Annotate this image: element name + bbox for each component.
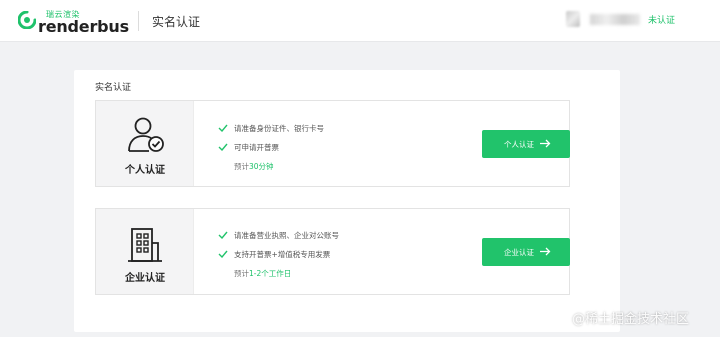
username-blurred [590, 14, 640, 25]
estimate-prefix: 预计 [234, 162, 249, 171]
time-estimate: 预计1-2个工作日 [234, 268, 291, 279]
estimate-value: 30分钟 [249, 162, 274, 171]
logo-mark-icon [18, 11, 36, 29]
feature-text: 请准备营业执照、企业对公账号 [234, 231, 339, 240]
estimate-value: 1-2个工作日 [249, 269, 292, 278]
logo-english-text: renderbus [38, 17, 129, 36]
page-title: 实名认证 [152, 15, 201, 29]
watermark: @稀土掘金技术社区 [572, 312, 690, 327]
card-title: 企业认证 [125, 273, 165, 284]
verification-status-link[interactable]: 未认证 [648, 13, 675, 26]
verification-panel: 实名认证 个人认证 请准备身份证件、银行卡号 可申请开普票 预计30分钟 个人认… [74, 70, 620, 332]
card-side: 企业认证 [96, 209, 194, 294]
estimate-prefix: 预计 [234, 269, 249, 278]
section-title: 实名认证 [95, 83, 132, 93]
personal-verify-button[interactable]: 个人认证 [482, 130, 570, 158]
check-icon [218, 250, 228, 258]
card-title: 个人认证 [125, 165, 165, 176]
feature-text: 支持开普票+增值税专用发票 [234, 250, 331, 259]
arrow-right-icon [540, 139, 551, 148]
check-icon [218, 124, 228, 132]
arrow-right-icon [540, 247, 551, 256]
company-verify-button[interactable]: 企业认证 [482, 238, 570, 266]
top-bar: 瑞云渲染 renderbus 实名认证 未认证 [0, 0, 720, 42]
button-label: 企业认证 [504, 248, 534, 257]
person-verified-icon [128, 117, 164, 152]
renderbus-logo[interactable]: 瑞云渲染 renderbus [18, 8, 129, 36]
button-label: 个人认证 [504, 140, 534, 149]
feature-text: 请准备身份证件、银行卡号 [234, 124, 324, 133]
feature-text: 可申请开普票 [234, 143, 279, 152]
card-side: 个人认证 [96, 101, 194, 186]
time-estimate: 预计30分钟 [234, 161, 274, 172]
avatar[interactable] [566, 11, 580, 27]
check-icon [218, 143, 228, 151]
building-icon [128, 228, 162, 262]
company-verification-card: 企业认证 请准备营业执照、企业对公账号 支持开普票+增值税专用发票 预计1-2个… [95, 208, 570, 295]
personal-verification-card: 个人认证 请准备身份证件、银行卡号 可申请开普票 预计30分钟 个人认证 [95, 100, 570, 187]
check-icon [218, 231, 228, 239]
header-divider [138, 11, 139, 31]
